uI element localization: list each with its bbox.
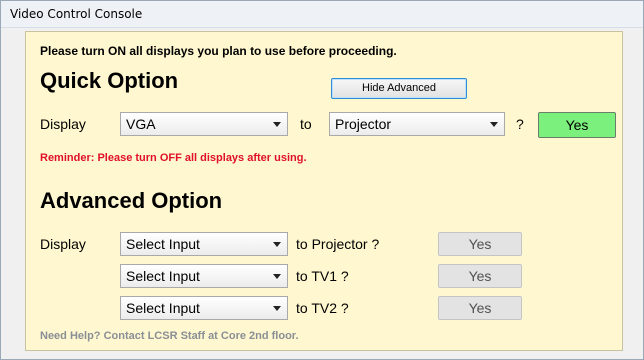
advanced-input-value-2: Select Input xyxy=(126,268,200,284)
instruction-text: Please turn ON all displays you plan to … xyxy=(40,44,397,58)
advanced-input-select-3[interactable]: Select Input xyxy=(120,296,288,320)
chevron-down-icon xyxy=(273,242,281,247)
advanced-input-value-3: Select Input xyxy=(126,300,200,316)
quick-yes-button[interactable]: Yes xyxy=(538,112,616,138)
advanced-input-value-1: Select Input xyxy=(126,236,200,252)
advanced-option-heading: Advanced Option xyxy=(40,188,223,213)
advanced-display-label: Display xyxy=(40,236,86,252)
title-bar[interactable]: Video Control Console xyxy=(1,1,643,28)
reminder-text: Reminder: Please turn OFF all displays a… xyxy=(40,152,307,164)
chevron-down-icon xyxy=(273,122,281,127)
chevron-down-icon xyxy=(273,274,281,279)
advanced-yes-button-2[interactable]: Yes xyxy=(438,264,522,288)
quick-display-label: Display xyxy=(40,116,86,132)
video-control-window: Video Control Console Please turn ON all… xyxy=(0,0,644,360)
advanced-input-select-1[interactable]: Select Input xyxy=(120,232,288,256)
advanced-target-label-1: to Projector ? xyxy=(296,236,380,252)
window-title: Video Control Console xyxy=(10,7,143,21)
quick-source-select[interactable]: VGA xyxy=(120,112,288,136)
quick-to-label: to xyxy=(300,116,312,132)
quick-target-select[interactable]: Projector xyxy=(329,112,505,136)
quick-option-heading: Quick Option xyxy=(40,68,179,93)
chevron-down-icon xyxy=(273,306,281,311)
control-panel: Please turn ON all displays you plan to … xyxy=(25,31,623,351)
advanced-target-label-3: to TV2 ? xyxy=(296,300,349,316)
chevron-down-icon xyxy=(490,122,498,127)
hide-advanced-button[interactable]: Hide Advanced xyxy=(331,78,467,99)
quick-source-value: VGA xyxy=(126,116,156,132)
advanced-target-label-2: to TV1 ? xyxy=(296,268,349,284)
advanced-input-select-2[interactable]: Select Input xyxy=(120,264,288,288)
quick-target-value: Projector xyxy=(335,116,392,132)
advanced-yes-button-1[interactable]: Yes xyxy=(438,232,522,256)
help-text: Need Help? Contact LCSR Staff at Core 2n… xyxy=(40,330,299,342)
advanced-yes-button-3[interactable]: Yes xyxy=(438,296,522,320)
quick-question-mark: ? xyxy=(516,116,524,132)
